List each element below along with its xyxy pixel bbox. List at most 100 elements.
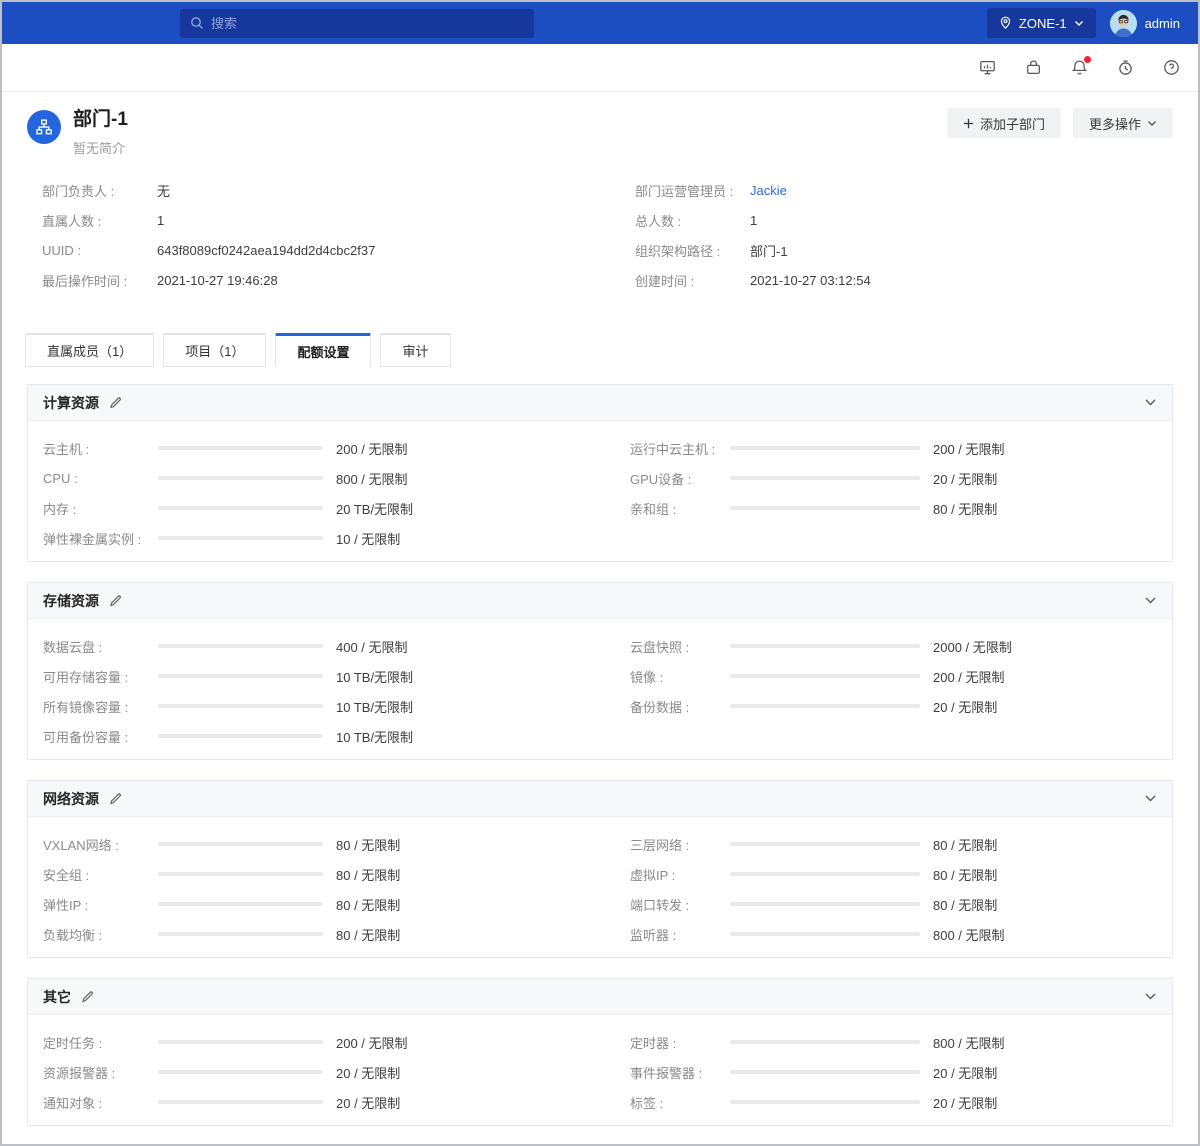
quota-progress-bar xyxy=(730,842,920,846)
quota-value: 80 / 无限制 xyxy=(336,835,570,854)
edit-pencil-icon[interactable] xyxy=(109,792,122,805)
chevron-down-icon[interactable] xyxy=(1144,596,1157,605)
plus-icon xyxy=(963,118,974,129)
help-icon[interactable] xyxy=(1163,59,1180,76)
tab[interactable]: 审计 xyxy=(380,333,450,367)
quota-label: 弹性IP : xyxy=(43,895,158,914)
quota-label: 弹性裸金属实例 : xyxy=(43,529,158,548)
info-row: 最后操作时间 : 2021-10-27 19:46:28 xyxy=(42,271,580,290)
tab[interactable]: 项目（1） xyxy=(163,333,266,367)
quota-row: 事件报警器 : 20 / 无限制 xyxy=(630,1063,1157,1082)
info-label: 部门负责人 : xyxy=(42,181,157,200)
notification-bell-icon[interactable] xyxy=(1071,59,1088,76)
quota-progress-bar xyxy=(158,932,323,936)
quota-progress-bar xyxy=(158,644,323,648)
quota-progress-bar xyxy=(730,674,920,678)
more-actions-button[interactable]: 更多操作 xyxy=(1073,108,1173,138)
chevron-down-icon[interactable] xyxy=(1144,398,1157,407)
section-header: 存储资源 xyxy=(28,583,1172,619)
quota-value: 200 / 无限制 xyxy=(933,667,1157,686)
quota-value: 80 / 无限制 xyxy=(336,895,570,914)
global-search[interactable] xyxy=(180,9,534,38)
quota-value: 80 / 无限制 xyxy=(933,895,1157,914)
quota-label: 三层网络 : xyxy=(630,835,730,854)
toolbox-icon[interactable] xyxy=(1025,59,1042,76)
quota-progress-bar xyxy=(158,1070,323,1074)
app-window: ZONE-1 admin xyxy=(0,0,1200,1146)
quota-row: 负载均衡 : 80 / 无限制 xyxy=(43,925,570,944)
quota-progress-bar xyxy=(158,734,323,738)
edit-pencil-icon[interactable] xyxy=(109,594,122,607)
add-sub-department-button[interactable]: 添加子部门 xyxy=(947,108,1061,138)
quota-label: 可用备份容量 : xyxy=(43,727,158,746)
section-title: 网络资源 xyxy=(43,789,99,809)
quota-value: 2000 / 无限制 xyxy=(933,637,1157,656)
quota-value: 20 / 无限制 xyxy=(336,1093,570,1112)
tab[interactable]: 直属成员（1） xyxy=(25,333,154,367)
quota-label: 内存 : xyxy=(43,499,158,518)
quota-value: 200 / 无限制 xyxy=(336,1033,570,1052)
quota-label: 虚拟IP : xyxy=(630,865,730,884)
info-value[interactable]: Jackie xyxy=(750,183,1173,198)
quota-label: 云主机 : xyxy=(43,439,158,458)
quota-progress-bar xyxy=(158,674,323,678)
quota-row: 可用存储容量 : 10 TB/无限制 xyxy=(43,667,570,686)
user-menu[interactable]: admin xyxy=(1110,10,1180,37)
top-navbar: ZONE-1 admin xyxy=(2,2,1198,44)
notification-badge xyxy=(1084,56,1091,63)
search-input[interactable] xyxy=(211,16,524,31)
tab[interactable]: 配额设置 xyxy=(275,333,371,367)
quota-value: 20 / 无限制 xyxy=(933,469,1157,488)
zone-selector[interactable]: ZONE-1 xyxy=(987,8,1096,38)
operation-history-icon[interactable] xyxy=(1117,59,1134,76)
quota-value: 10 TB/无限制 xyxy=(336,727,570,746)
location-pin-icon xyxy=(999,16,1012,30)
info-row: 部门运营管理员 : Jackie xyxy=(635,181,1173,200)
info-label: 总人数 : xyxy=(635,211,750,230)
info-value: 1 xyxy=(750,213,1173,228)
quota-value: 200 / 无限制 xyxy=(336,439,570,458)
quota-section: 网络资源 VXLAN网络 : 80 / 无限制 安全组 : 80 / 无限制 弹… xyxy=(27,780,1173,958)
info-label: 创建时间 : xyxy=(635,271,750,290)
info-row: 部门负责人 : 无 xyxy=(42,181,580,200)
chevron-down-icon[interactable] xyxy=(1144,992,1157,1001)
quota-value: 800 / 无限制 xyxy=(336,469,570,488)
quota-col-right: 运行中云主机 : 200 / 无限制 GPU设备 : 20 / 无限制 亲和组 … xyxy=(630,433,1157,553)
quota-row: 数据云盘 : 400 / 无限制 xyxy=(43,637,570,656)
section-header: 计算资源 xyxy=(28,385,1172,421)
quota-row: 资源报警器 : 20 / 无限制 xyxy=(43,1063,570,1082)
quota-progress-bar xyxy=(730,476,920,480)
quota-row: 定时器 : 800 / 无限制 xyxy=(630,1033,1157,1052)
info-value: 2021-10-27 19:46:28 xyxy=(157,273,580,288)
quota-row: 端口转发 : 80 / 无限制 xyxy=(630,895,1157,914)
quota-progress-bar xyxy=(158,1100,323,1104)
quota-progress-bar xyxy=(730,1040,920,1044)
console-monitor-icon[interactable] xyxy=(979,59,996,76)
quota-row: 云盘快照 : 2000 / 无限制 xyxy=(630,637,1157,656)
info-value: 643f8089cf0242aea194dd2d4cbc2f37 xyxy=(157,243,580,258)
quota-value: 80 / 无限制 xyxy=(933,835,1157,854)
quota-row: 标签 : 20 / 无限制 xyxy=(630,1093,1157,1112)
user-avatar-icon xyxy=(1110,10,1137,37)
quota-label: 事件报警器 : xyxy=(630,1063,730,1082)
navbar-right: ZONE-1 admin xyxy=(987,8,1198,38)
info-row: 直属人数 : 1 xyxy=(42,211,580,230)
quota-progress-bar xyxy=(158,842,323,846)
quota-progress-bar xyxy=(158,704,323,708)
chevron-down-icon[interactable] xyxy=(1144,794,1157,803)
quota-label: GPU设备 : xyxy=(630,469,730,488)
edit-pencil-icon[interactable] xyxy=(109,396,122,409)
quota-row: 通知对象 : 20 / 无限制 xyxy=(43,1093,570,1112)
quota-progress-bar xyxy=(158,872,323,876)
tab-label: 配额设置 xyxy=(297,342,349,361)
quota-value: 80 / 无限制 xyxy=(336,865,570,884)
quota-value: 800 / 无限制 xyxy=(933,1033,1157,1052)
department-icon xyxy=(27,110,61,144)
quota-row: 弹性裸金属实例 : 10 / 无限制 xyxy=(43,529,570,548)
info-col-right: 部门运营管理员 : Jackie 总人数 : 1 组织架构路径 : 部门-1 创… xyxy=(635,175,1173,295)
quota-progress-bar xyxy=(158,1040,323,1044)
tab-label: 直属成员（1） xyxy=(47,341,132,360)
quota-col-left: VXLAN网络 : 80 / 无限制 安全组 : 80 / 无限制 弹性IP :… xyxy=(43,829,570,949)
edit-pencil-icon[interactable] xyxy=(81,990,94,1003)
tab-label: 项目（1） xyxy=(185,341,244,360)
